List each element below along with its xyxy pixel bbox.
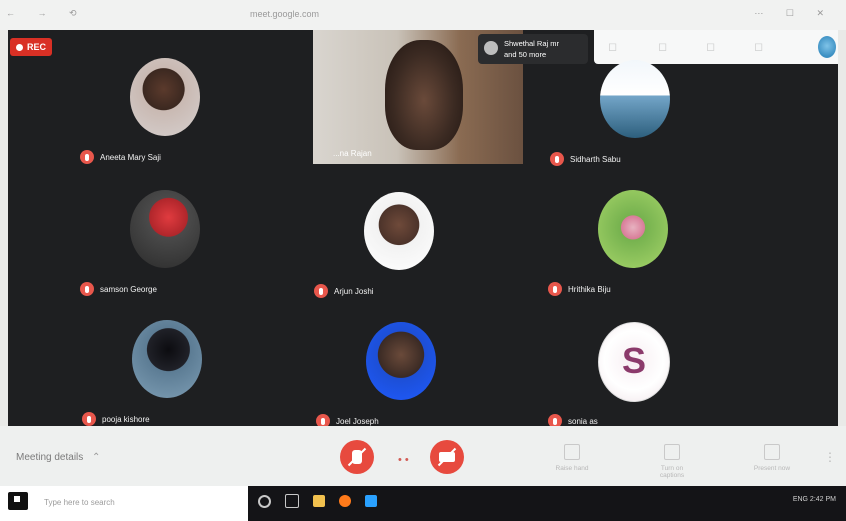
captions-label: Turn on captions <box>659 465 685 479</box>
camera-toggle-button[interactable] <box>430 440 464 474</box>
firefox-icon[interactable] <box>339 495 351 507</box>
task-view-icon[interactable] <box>285 494 299 508</box>
others-line1: Shwethal Raj mr <box>504 39 560 48</box>
recording-badge: REC <box>10 38 53 56</box>
participant-tile[interactable]: S sonia as <box>548 322 708 426</box>
mic-muted-icon <box>548 414 562 426</box>
participant-label: Aneeta Mary Saji <box>80 150 161 164</box>
participant-name: Hrithika Biju <box>568 284 611 294</box>
chevron-up-icon: ⌃ <box>92 452 101 463</box>
captions-button[interactable]: Turn on captions <box>652 444 692 479</box>
participant-avatar <box>364 192 434 270</box>
browser-nav-icons[interactable]: ← → ⟲ <box>6 8 87 19</box>
participant-name: samson George <box>100 284 157 294</box>
participant-label: Sidharth Sabu <box>550 152 621 166</box>
raise-hand-button[interactable]: Raise hand <box>552 444 592 472</box>
meeting-details-label: Meeting details <box>16 452 84 463</box>
present-now-button[interactable]: Present now <box>752 444 792 472</box>
top-right-icon-2[interactable]: ◻ <box>658 40 667 53</box>
record-dot-icon <box>16 43 23 51</box>
others-avatar-icon <box>484 41 498 55</box>
top-right-icon-4[interactable]: ◻ <box>754 40 763 53</box>
self-avatar[interactable] <box>818 36 836 58</box>
mic-muted-icon <box>80 282 94 296</box>
others-line2: and 50 more <box>504 50 547 59</box>
desktop-left-strip: Type here to search <box>0 486 248 521</box>
mic-toggle-button[interactable] <box>340 440 374 474</box>
participant-name: Aneeta Mary Saji <box>100 152 161 162</box>
mic-muted-icon <box>82 412 96 426</box>
participant-label: pooja kishore <box>82 412 150 426</box>
participant-tile[interactable]: Hrithika Biju <box>548 190 708 310</box>
app-square-icon[interactable] <box>8 492 28 510</box>
spotlight-name: ...na Rajan <box>333 149 372 158</box>
browser-right-icons[interactable]: ⋯ ☐ ✕ <box>754 8 834 19</box>
participant-avatar <box>598 190 668 268</box>
leave-call-indicator[interactable]: • • <box>398 454 409 466</box>
meeting-details-button[interactable]: Meeting details ⌃ <box>16 452 100 463</box>
desktop-search-text[interactable]: Type here to search <box>44 498 115 507</box>
participant-avatar <box>600 60 670 138</box>
avatar-letter: S <box>621 340 647 382</box>
participant-tile[interactable]: Arjun Joshi <box>314 192 474 312</box>
raise-hand-label: Raise hand <box>555 465 589 472</box>
address-bar[interactable]: meet.google.com <box>250 9 319 19</box>
mic-muted-icon <box>316 414 330 426</box>
participant-name: sonia as <box>568 416 598 426</box>
more-options-icon[interactable]: ⋮ <box>824 450 836 464</box>
top-right-icon-1[interactable]: ◻ <box>608 40 617 53</box>
participant-name: Joel Joseph <box>336 416 379 426</box>
system-tray: ENG 2:42 PM <box>793 496 836 503</box>
hand-icon <box>564 444 580 460</box>
mic-muted-icon <box>550 152 564 166</box>
mic-muted-icon <box>80 150 94 164</box>
windows-taskbar: ENG 2:42 PM <box>248 486 846 521</box>
participant-tile[interactable]: Aneeta Mary Saji <box>80 58 240 178</box>
captions-icon <box>664 444 680 460</box>
participant-label: samson George <box>80 282 157 296</box>
participant-label: Joel Joseph <box>316 414 379 426</box>
meeting-stage: REC ...na Rajan Shwethal Raj mr and 50 m… <box>8 30 838 426</box>
present-now-label: Present now <box>753 465 791 472</box>
participant-tile[interactable]: Sidharth Sabu <box>550 60 710 180</box>
participant-avatar: S <box>598 322 670 402</box>
mic-muted-icon <box>548 282 562 296</box>
participant-tile[interactable]: samson George <box>80 190 240 310</box>
browser-toolbar: ← → ⟲ meet.google.com ⋯ ☐ ✕ <box>0 0 846 30</box>
participant-avatar <box>130 190 200 268</box>
participant-avatar <box>132 320 202 398</box>
participant-avatar <box>366 322 436 400</box>
bottom-controls-bar: Meeting details ⌃ • • Raise hand Turn on… <box>0 426 846 486</box>
mic-muted-icon <box>314 284 328 298</box>
participant-name: pooja kishore <box>102 414 150 424</box>
participant-tile[interactable]: pooja kishore <box>82 320 242 426</box>
top-right-panel: ◻ ◻ ◻ ◻ <box>594 30 838 64</box>
app-blue-icon[interactable] <box>365 495 377 507</box>
participant-label: sonia as <box>548 414 598 426</box>
recording-label: REC <box>27 42 47 52</box>
participant-name: Sidharth Sabu <box>570 154 621 164</box>
participant-name: Arjun Joshi <box>334 286 374 296</box>
participant-label: Arjun Joshi <box>314 284 374 298</box>
top-right-icon-3[interactable]: ◻ <box>706 40 715 53</box>
system-tray-text[interactable]: ENG 2:42 PM <box>793 496 836 503</box>
present-icon <box>764 444 780 460</box>
taskbar-icons <box>258 494 377 508</box>
file-explorer-icon[interactable] <box>313 495 325 507</box>
participant-tile[interactable]: Joel Joseph <box>316 322 476 426</box>
participant-avatar <box>130 58 200 136</box>
participant-label: Hrithika Biju <box>548 282 611 296</box>
spotlight-face <box>385 40 463 150</box>
search-icon[interactable] <box>258 494 271 508</box>
right-controls: Raise hand Turn on captions Present now … <box>546 426 846 486</box>
